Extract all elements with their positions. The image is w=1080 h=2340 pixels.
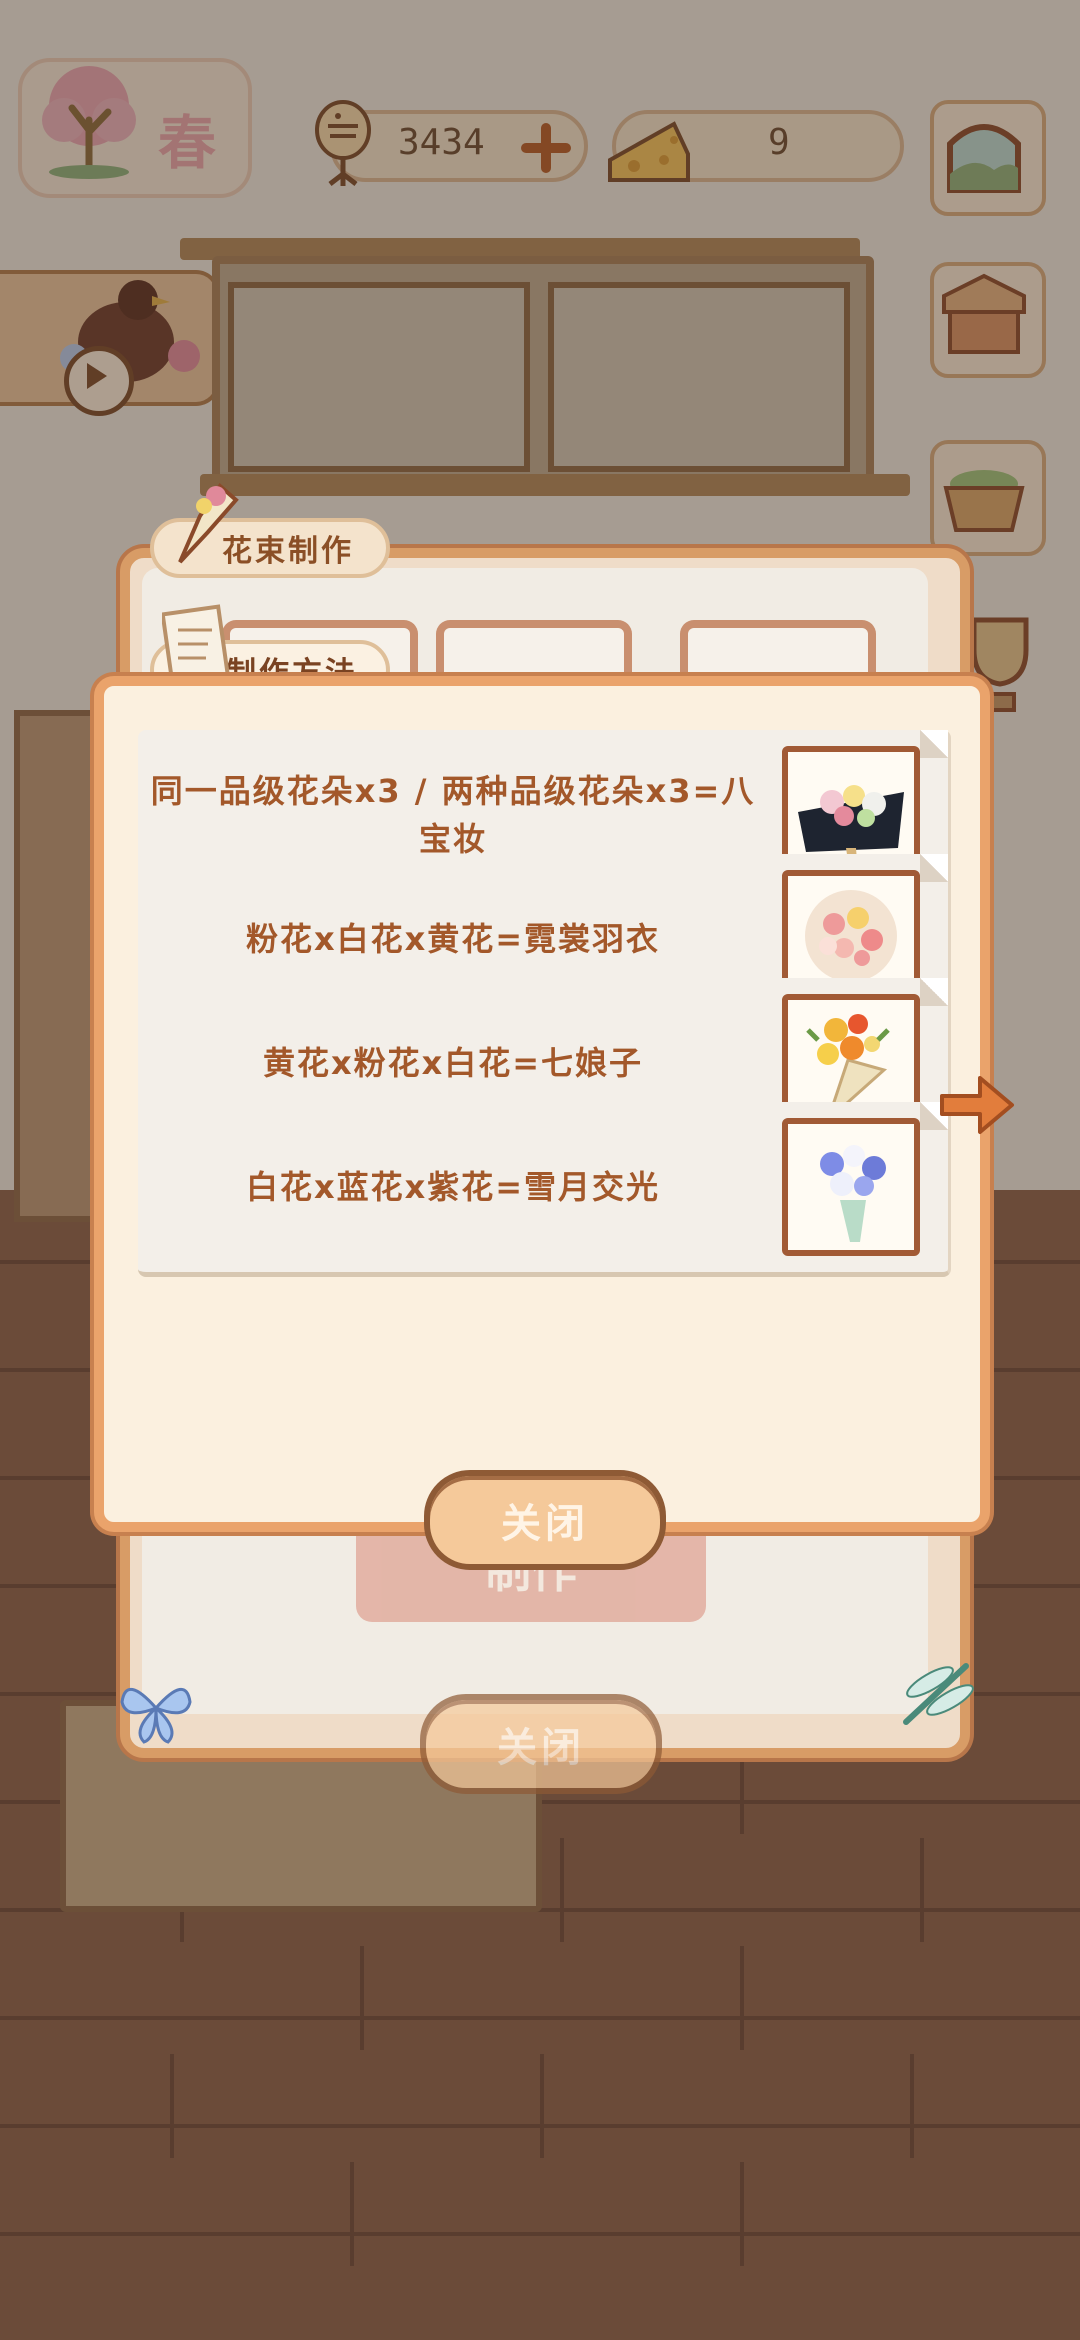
arrow-right-icon[interactable] (936, 1070, 1016, 1140)
recipe-text: 白花x蓝花x紫花=雪月交光 (245, 1168, 661, 1206)
dialog-close-button[interactable]: 关闭 (424, 1470, 666, 1570)
butterfly-icon (120, 1688, 192, 1744)
dragonfly-icon (903, 1663, 974, 1725)
bouquet-icon (178, 482, 239, 564)
recipe-card[interactable]: 白花x蓝花x紫花=雪月交光 (138, 1102, 951, 1277)
bouquet-thumbnail (782, 1118, 920, 1256)
recipe-dialog: 同一品级花朵x3 / 两种品级花朵x3=八宝妆 粉花x白花x黄花=霓裳羽衣 黄花… (94, 676, 990, 1532)
panel-close-button[interactable]: 关闭 (420, 1694, 662, 1794)
